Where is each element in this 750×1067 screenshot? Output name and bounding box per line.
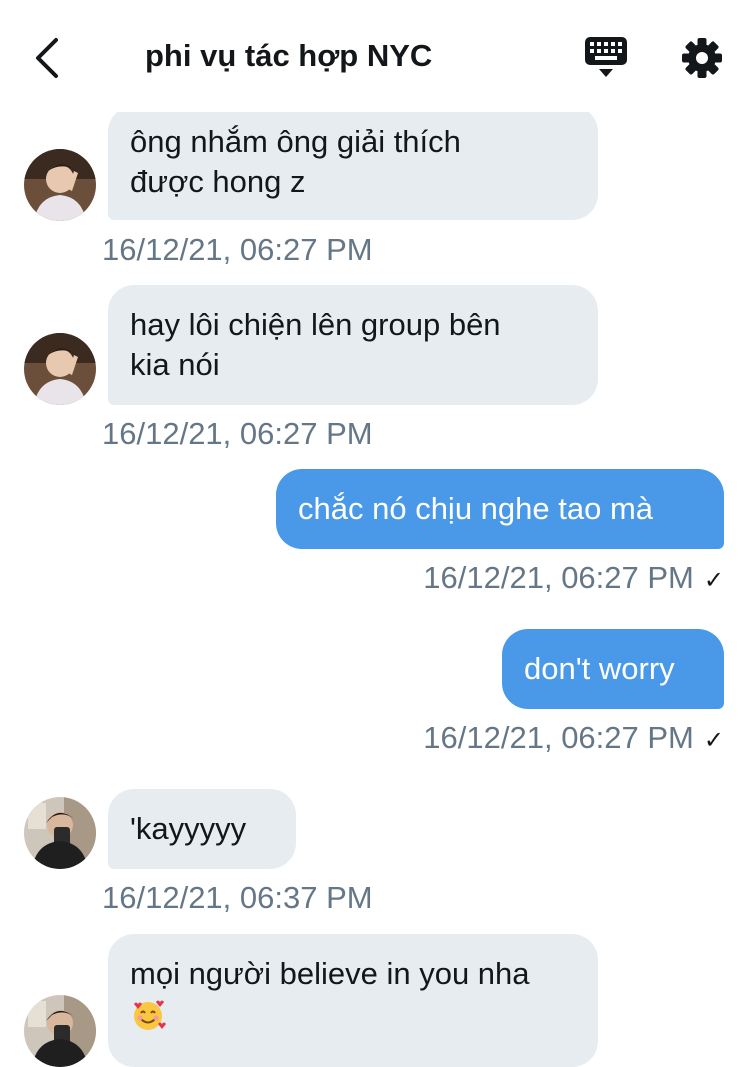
chat-header: phi vụ tác hợp NYC (0, 0, 750, 112)
checkmark-icon: ✓ (703, 727, 724, 754)
message-text-line: kia nói (130, 347, 220, 382)
settings-button[interactable] (678, 34, 726, 82)
message-timestamp: 16/12/21, 06:27 PM (423, 720, 694, 755)
message-timestamp: 16/12/21, 06:27 PM (102, 232, 373, 267)
message-timestamp-row: 16/12/21, 06:27 PM ✓ (423, 720, 724, 756)
smiling-face-with-hearts-icon (134, 1000, 166, 1030)
message-text-line: được hong z (130, 164, 306, 199)
message-text-line: don't worry (524, 651, 675, 686)
keyboard-button[interactable] (580, 34, 632, 80)
message-text-line: chắc nó chịu nghe tao mà (298, 491, 654, 526)
back-button[interactable] (22, 30, 70, 86)
message-timestamp-row: 16/12/21, 06:27 PM ✓ (423, 560, 724, 596)
checkmark-icon: ✓ (703, 567, 724, 594)
message-text-line: 'kayyyyy (130, 811, 247, 846)
message-bubble[interactable]: ông nhắm ông giải thích được hong z (108, 106, 598, 220)
message-timestamp: 16/12/21, 06:27 PM (423, 560, 694, 595)
avatar[interactable] (24, 333, 96, 405)
gear-icon (682, 38, 722, 78)
avatar[interactable] (24, 797, 96, 869)
avatar[interactable] (24, 995, 96, 1067)
message-bubble[interactable]: chắc nó chịu nghe tao mà (276, 469, 724, 549)
avatar[interactable] (24, 149, 96, 221)
message-emoji-line (130, 994, 576, 1034)
message-text-line: hay lôi chiện lên group bên (130, 307, 501, 342)
message-bubble[interactable]: 'kayyyyy (108, 789, 296, 869)
keyboard-icon (585, 37, 627, 77)
message-bubble[interactable]: hay lôi chiện lên group bên kia nói (108, 285, 598, 405)
message-text-line: mọi người believe in you nha (130, 956, 530, 991)
message-bubble[interactable]: mọi người believe in you nha (108, 934, 598, 1067)
page-title: phi vụ tác hợp NYC (145, 38, 433, 73)
message-timestamp: 16/12/21, 06:37 PM (102, 880, 373, 915)
message-text-line: ông nhắm ông giải thích (130, 124, 461, 159)
message-bubble[interactable]: don't worry (502, 629, 724, 709)
message-timestamp: 16/12/21, 06:27 PM (102, 416, 373, 451)
chevron-left-icon (36, 38, 58, 78)
message-feed[interactable]: ông nhắm ông giải thích được hong z 16/1… (0, 0, 750, 1067)
